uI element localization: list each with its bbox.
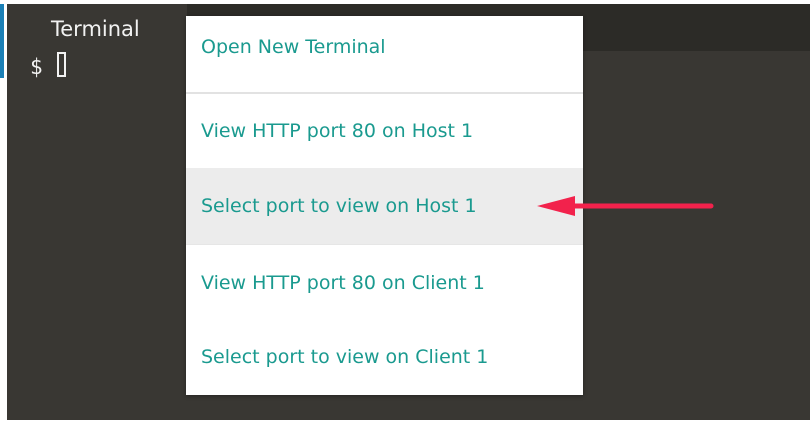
menu-item-select-port-host-1[interactable]: Select port to view on Host 1: [186, 168, 583, 244]
menu-item-select-port-client-1[interactable]: Select port to view on Client 1: [186, 320, 583, 394]
terminal-cursor: [57, 52, 66, 77]
menu-item-view-http-host-1[interactable]: View HTTP port 80 on Host 1: [186, 94, 583, 168]
menu-item-open-new-terminal[interactable]: Open New Terminal: [186, 16, 583, 92]
menu-item-view-http-client-1[interactable]: View HTTP port 80 on Client 1: [186, 244, 583, 320]
active-tab-indicator: [0, 4, 4, 78]
app-window: Terminal $ Open New Terminal View HTTP p…: [0, 0, 810, 421]
terminal-dropdown-menu: Open New Terminal View HTTP port 80 on H…: [186, 16, 583, 395]
shell-prompt: $: [30, 55, 43, 79]
annotation-arrow-icon: [537, 196, 714, 216]
terminal-title: Terminal: [51, 17, 140, 41]
